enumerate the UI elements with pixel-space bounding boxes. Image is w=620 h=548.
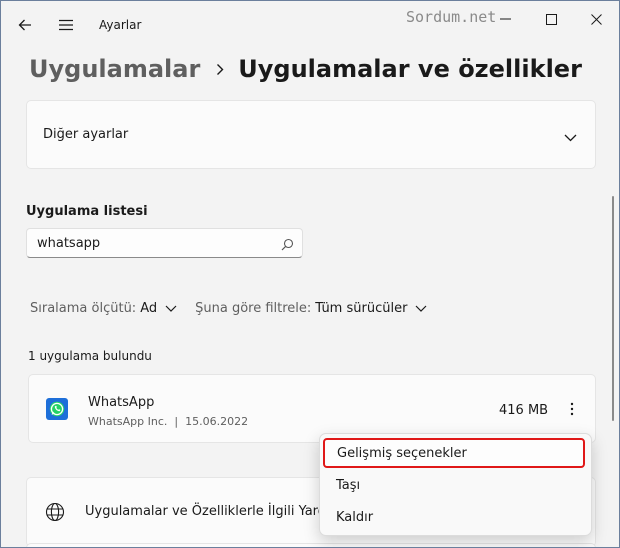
filter-dropdown[interactable]: Şuna göre filtrele: Tüm sürücüler bbox=[195, 301, 427, 316]
app-meta: WhatsApp Inc. | 15.06.2022 bbox=[88, 415, 248, 428]
app-name: WhatsApp bbox=[88, 395, 155, 410]
sort-value: Ad bbox=[140, 301, 158, 316]
result-count: 1 uygulama bulundu bbox=[28, 349, 152, 363]
app-size: 416 MB bbox=[499, 403, 549, 418]
menu-item-label: Taşı bbox=[336, 477, 361, 493]
window-title: Ayarlar bbox=[99, 18, 142, 32]
chevron-down-icon bbox=[165, 305, 177, 312]
menu-item-label: Gelişmiş seçenekler bbox=[337, 445, 467, 461]
chevron-right-icon bbox=[216, 63, 224, 76]
close-button[interactable] bbox=[581, 9, 611, 29]
back-arrow-icon[interactable] bbox=[15, 15, 35, 35]
app-install-date: 15.06.2022 bbox=[185, 415, 249, 428]
other-settings-label: Diğer ayarlar bbox=[43, 127, 129, 142]
menu-item-move[interactable]: Taşı bbox=[324, 470, 586, 500]
chevron-down-icon bbox=[564, 127, 577, 146]
breadcrumb: Uygulamalar Uygulamalar ve özellikler bbox=[29, 49, 582, 89]
next-card bbox=[26, 543, 596, 547]
filter-value: Tüm sürücüler bbox=[315, 301, 408, 316]
menu-item-uninstall[interactable]: Kaldır bbox=[324, 502, 586, 532]
sort-label: Sıralama ölçütü: bbox=[30, 301, 137, 316]
menu-item-label: Kaldır bbox=[336, 509, 374, 525]
globe-icon bbox=[45, 502, 65, 526]
settings-window: Ayarlar Sordum.net Uygulamalar Uygulamal… bbox=[0, 0, 620, 548]
title-bar: Ayarlar Sordum.net bbox=[1, 1, 619, 49]
whatsapp-icon bbox=[46, 398, 68, 420]
menu-item-advanced-options[interactable]: Gelişmiş seçenekler bbox=[323, 438, 585, 468]
search-icon[interactable] bbox=[281, 236, 294, 255]
filter-label: Şuna göre filtrele: bbox=[195, 301, 312, 316]
context-menu: Gelişmiş seçenekler Taşı Kaldır bbox=[319, 433, 592, 536]
meta-separator: | bbox=[174, 415, 179, 428]
chevron-down-icon bbox=[415, 305, 427, 312]
watermark: Sordum.net bbox=[406, 8, 497, 26]
search-box bbox=[26, 228, 303, 258]
other-settings-expander[interactable]: Diğer ayarlar bbox=[26, 100, 596, 169]
minimize-button[interactable] bbox=[491, 9, 521, 29]
more-vertical-icon[interactable] bbox=[567, 399, 577, 419]
app-list-title: Uygulama listesi bbox=[26, 204, 148, 219]
maximize-button[interactable] bbox=[536, 9, 566, 29]
hamburger-menu-icon[interactable] bbox=[56, 15, 76, 35]
app-publisher: WhatsApp Inc. bbox=[88, 415, 168, 428]
related-help-label: Uygulamalar ve Özelliklerle İlgili Yardı… bbox=[85, 504, 343, 519]
breadcrumb-parent[interactable]: Uygulamalar bbox=[29, 55, 200, 83]
search-input[interactable] bbox=[27, 229, 287, 257]
scrollbar[interactable] bbox=[612, 196, 614, 421]
page-title: Uygulamalar ve özellikler bbox=[238, 55, 582, 83]
filter-bar: Sıralama ölçütü: Ad Şuna göre filtrele: … bbox=[30, 301, 445, 316]
sort-dropdown[interactable]: Sıralama ölçütü: Ad bbox=[30, 301, 177, 316]
